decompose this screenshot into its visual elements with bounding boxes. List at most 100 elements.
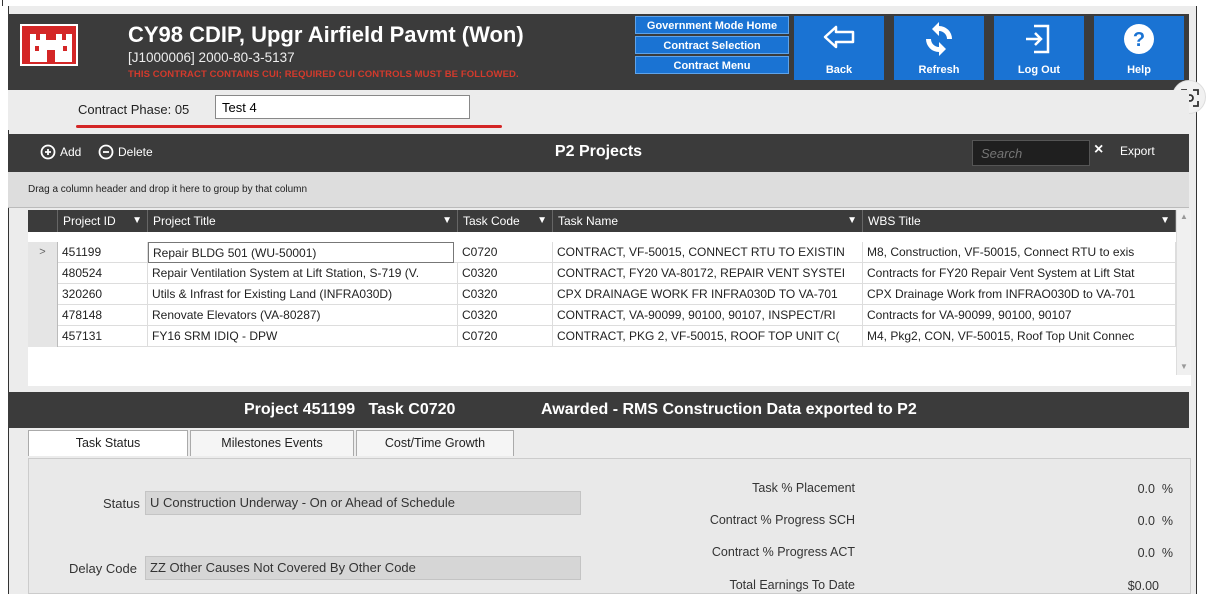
column-label: Project Title [153,214,216,228]
projects-grid: Project ID ▼ Project Title ▼ Task Code ▼ Ta… [28,210,1191,386]
group-hint: Drag a column header and drop it here to… [28,184,308,195]
svg-text:?: ? [1133,29,1145,51]
task-placement-value: 0.0 % [1137,482,1173,496]
contract-phase-label: Contract Phase: 05 [78,102,190,117]
cell-project-title: Utils & Infrast for Existing Land (INFRA… [148,284,458,305]
logout-button[interactable]: Log Out [994,16,1084,80]
app-header: CY98 CDIP, Upgr Airfield Pavmt (Won) [J1… [8,14,1189,90]
contract-number: [J1000006] 2000-80-3-5137 [128,50,295,65]
cell-task-name: CONTRACT, FY20 VA-80172, REPAIR VENT SYS… [553,263,863,284]
tab-cost-time-growth[interactable]: Cost/Time Growth [356,430,514,456]
table-row[interactable]: 320260 Utils & Infrast for Existing Land… [28,284,1176,305]
row-selector[interactable] [28,326,58,347]
filter-icon[interactable]: ▼ [537,210,547,232]
cell-wbs-title: Contracts for FY20 Repair Vent System at… [863,263,1176,284]
cell-project-title: Renovate Elevators (VA-80287) [148,305,458,326]
header-selector-cell [28,210,58,232]
delete-icon [98,144,114,160]
filter-icon[interactable]: ▼ [442,210,452,232]
cell-task-code: C0320 [458,284,553,305]
cell-task-name: CONTRACT, VA-90099, 90100, 90107, INSPEC… [553,305,863,326]
delay-code-label: Delay Code [69,561,137,576]
table-row[interactable]: > 451199 Repair BLDG 501 (WU-50001) C072… [28,242,1176,263]
cui-notice: THIS CONTRACT CONTAINS CUI; REQUIRED CUI… [128,69,519,80]
column-header-task-name[interactable]: Task Name ▼ [553,210,863,232]
tab-milestones-events[interactable]: Milestones Events [190,430,354,456]
cell-task-name: CONTRACT, PKG 2, VF-50015, ROOF TOP UNIT… [553,326,863,347]
cell-task-code: C0720 [458,326,553,347]
contract-phase-input[interactable] [215,95,470,119]
logout-label: Log Out [1017,64,1061,76]
cell-task-name: CONTRACT, VF-50015, CONNECT RTU TO EXIST… [553,242,863,263]
status-label: Status [103,496,140,511]
contract-progress-sch-label: Contract % Progress SCH [709,513,855,527]
help-icon: ? [1124,24,1154,54]
task-detail-bar: Project 451199 Task C0720 Awarded - RMS … [8,392,1189,428]
cell-task-code: C0320 [458,263,553,284]
delete-button[interactable]: Delete [98,144,153,160]
row-selector[interactable] [28,263,58,284]
refresh-icon [926,22,952,56]
table-row[interactable]: 478148 Renovate Elevators (VA-80287) C03… [28,305,1176,326]
cell-project-id: 480524 [58,263,148,284]
group-drop-area[interactable]: Drag a column header and drop it here to… [8,172,1189,208]
contract-progress-act-value: 0.0 % [1137,546,1173,560]
column-header-task-code[interactable]: Task Code ▼ [458,210,553,232]
delete-label: Delete [118,145,153,159]
help-label: Help [1127,64,1151,76]
back-label: Back [825,64,853,76]
delay-code-field[interactable]: ZZ Other Causes Not Covered By Other Cod… [145,556,581,580]
cell-project-title: Repair Ventilation System at Lift Statio… [148,263,458,284]
cell-project-id: 457131 [58,326,148,347]
phase-bar: Contract Phase: 05 [8,90,1189,130]
contract-progress-act-label: Contract % Progress ACT [711,545,855,559]
cell-project-id: 478148 [58,305,148,326]
column-header-project-title[interactable]: Project Title ▼ [148,210,458,232]
filter-icon[interactable]: ▼ [1160,210,1170,232]
table-row[interactable]: 457131 FY16 SRM IDIQ - DPW C0720 CONTRAC… [28,326,1176,347]
back-button[interactable]: Back [794,16,884,80]
phase-underline [76,125,502,128]
row-selector[interactable]: > [28,242,58,263]
row-selector[interactable] [28,284,58,305]
contract-menu-link[interactable]: Contract Menu [635,56,789,74]
cell-wbs-title: M8, Construction, VF-50015, Connect RTU … [863,242,1176,263]
cell-wbs-title: CPX Drainage Work from INFRAO030D to VA-… [863,284,1176,305]
total-earnings-value: $0.00 [1127,579,1159,593]
add-button[interactable]: Add [40,144,81,160]
search-input[interactable] [972,140,1090,166]
grid-scrollbar[interactable]: ▲ ▼ [1176,210,1191,375]
filter-icon[interactable]: ▼ [847,210,857,232]
detail-tabs: Task Status Milestones Events Cost/Time … [28,428,1191,456]
projects-toolbar: Add Delete P2 Projects × Export [8,134,1189,172]
cell-wbs-title: M4, Pkg2, CON, VF-50015, Roof Top Unit C… [863,326,1176,347]
refresh-label: Refresh [918,64,960,76]
tab-task-status[interactable]: Task Status [28,430,188,456]
scroll-up-icon[interactable]: ▲ [1180,212,1188,221]
table-row[interactable]: 480524 Repair Ventilation System at Lift… [28,263,1176,284]
back-arrow-icon [823,25,855,49]
export-button[interactable]: Export [1120,144,1155,158]
cell-wbs-title: Contracts for VA-90099, 90100, 90107 [863,305,1176,326]
scroll-down-icon[interactable]: ▼ [1180,362,1188,371]
status-field[interactable]: U Construction Underway - On or Ahead of… [145,491,581,515]
help-button[interactable]: ? Help [1094,16,1184,80]
cell-task-code: C0320 [458,305,553,326]
column-header-project-id[interactable]: Project ID ▼ [58,210,148,232]
filter-icon[interactable]: ▼ [132,210,142,232]
column-label: Project ID [63,214,116,228]
award-status-heading: Awarded - RMS Construction Data exported… [541,401,917,418]
column-header-wbs-title[interactable]: WBS Title ▼ [863,210,1176,232]
add-label: Add [60,145,82,159]
refresh-button[interactable]: Refresh [894,16,984,80]
export-label: Export [1120,144,1155,158]
grid-header: Project ID ▼ Project Title ▼ Task Code ▼ Ta… [28,210,1176,232]
government-mode-home-link[interactable]: Government Mode Home [635,16,789,34]
contract-title: CY98 CDIP, Upgr Airfield Pavmt (Won) [128,22,524,47]
task-placement-label: Task % Placement [752,481,855,495]
row-selector[interactable] [28,305,58,326]
clear-search-icon[interactable]: × [1094,141,1103,159]
contract-selection-link[interactable]: Contract Selection [635,36,789,54]
cell-task-name: CPX DRAINAGE WORK FR INFRA030D TO VA-701 [553,284,863,305]
cell-project-title[interactable]: Repair BLDG 501 (WU-50001) [148,242,454,263]
